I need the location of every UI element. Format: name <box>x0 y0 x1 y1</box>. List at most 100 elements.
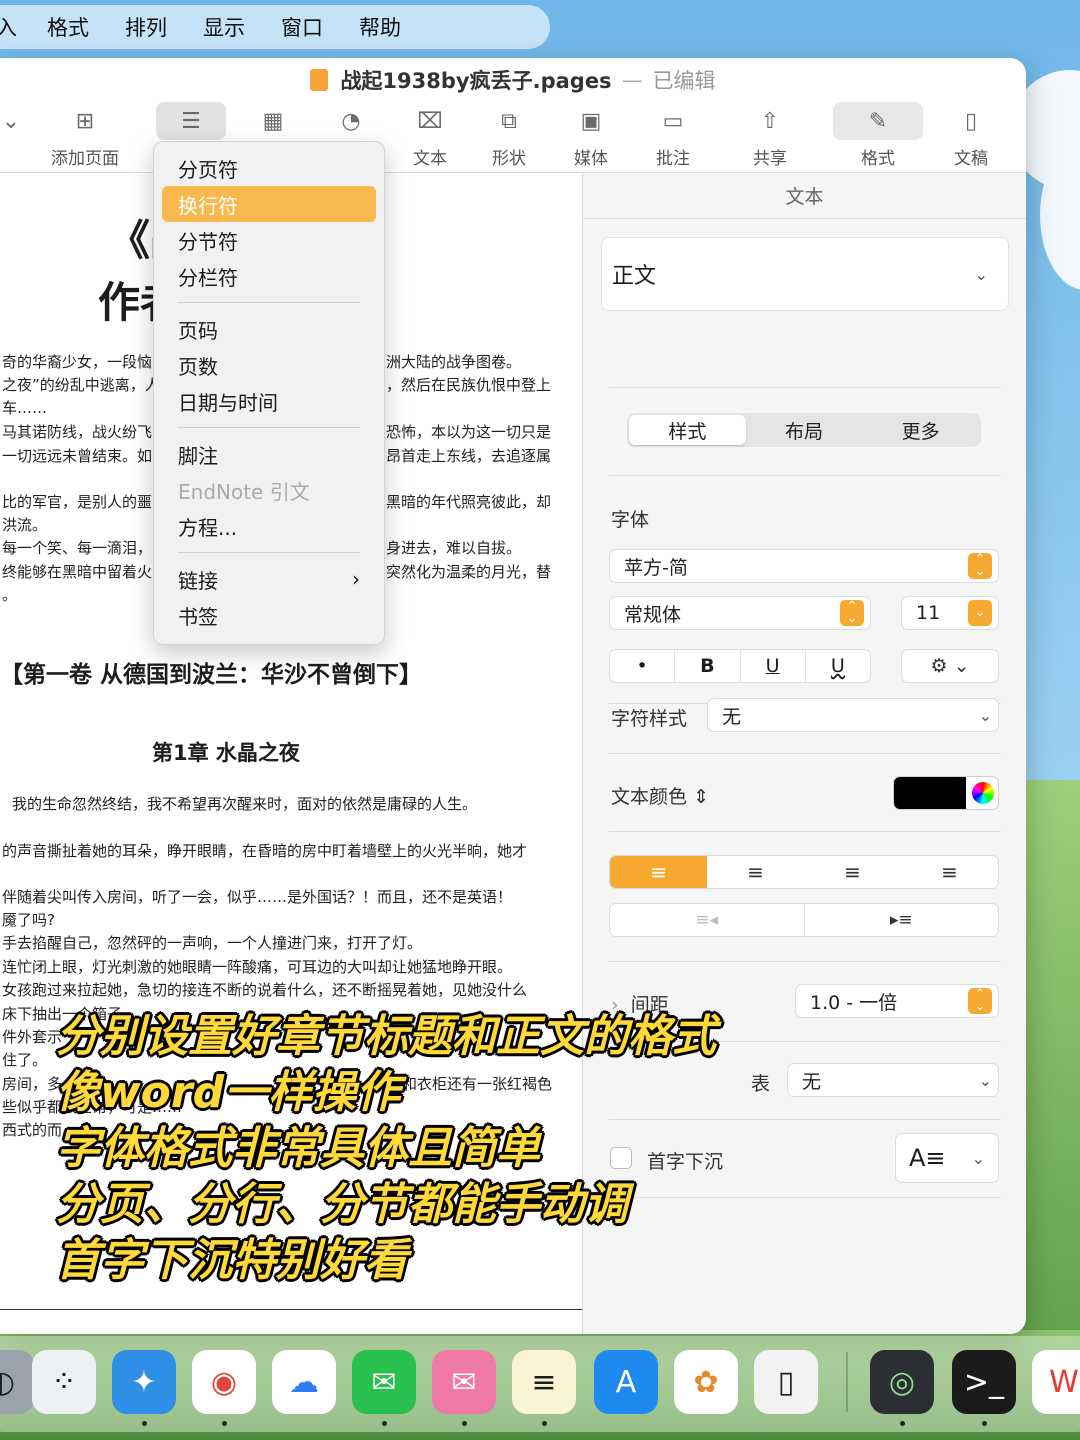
paragraph-style-popup[interactable]: 正文 ⌄ <box>601 237 1009 311</box>
divider <box>609 961 1001 962</box>
insert-icon: ☰ <box>156 102 226 140</box>
indent-buttons: ≡◂ ▸≡ <box>609 903 999 937</box>
menu-item-footnote[interactable]: 脚注 <box>162 436 376 472</box>
intro-line-right: 恐怖，本以为这一切只是 <box>386 423 552 441</box>
body-line: 西式的而 <box>2 1121 63 1139</box>
add-page-button[interactable]: ⊞ 添加页面 <box>50 102 120 172</box>
title-bar: 战起1938by疯丢子.pages — 已编辑 <box>0 58 1026 102</box>
intro-line: 奇的华裔少女，一段恼 <box>2 353 153 371</box>
underline-button[interactable]: U <box>741 650 806 682</box>
text-color-swatch[interactable] <box>894 777 966 809</box>
menu-item-page-count[interactable]: 页数 <box>162 347 376 383</box>
text-box-button[interactable]: ⌧ 文本 <box>395 102 465 172</box>
app-store-icon[interactable]: A <box>594 1350 658 1414</box>
iphone-mirroring-icon[interactable]: ▯ <box>754 1350 818 1414</box>
safari-icon[interactable]: ✦ <box>112 1350 176 1414</box>
menu-separator <box>178 552 360 553</box>
align-right-button[interactable]: ≡ <box>804 856 901 888</box>
terminal-icon[interactable]: >_ <box>952 1350 1016 1414</box>
menu-insert[interactable]: 入 <box>0 12 17 42</box>
font-weight-popup[interactable]: 常规体 ⌃ ⌄ <box>609 596 871 630</box>
menu-help[interactable]: 帮助 <box>359 12 401 42</box>
chapter-title: 第1章 水晶之夜 <box>152 741 300 765</box>
wechat-alt-icon[interactable]: ✉ <box>432 1350 496 1414</box>
stats-icon[interactable]: ◎ <box>870 1350 934 1414</box>
menu-item-line-break[interactable]: 换行符 <box>162 186 376 222</box>
menu-item-equation[interactable]: 方程... <box>162 508 376 544</box>
title-separator: — <box>621 68 643 92</box>
tab-more[interactable]: 更多 <box>862 415 979 445</box>
font-size-field[interactable]: 11 ⌄ <box>901 596 999 630</box>
chrome-icon[interactable]: ◉ <box>192 1350 256 1414</box>
menu-item-column-break[interactable]: 分栏符 <box>162 258 376 294</box>
notes-icon[interactable]: ≡ <box>512 1350 576 1414</box>
char-style-popup[interactable]: 无 ⌄ <box>707 698 999 732</box>
wps-icon[interactable]: W <box>1032 1350 1080 1414</box>
menu-item-page-break[interactable]: 分页符 <box>162 150 376 186</box>
intro-line-right: 身进去，难以自拔。 <box>386 539 522 557</box>
menu-window[interactable]: 窗口 <box>281 12 323 42</box>
menu-item-page-number[interactable]: 页码 <box>162 311 376 347</box>
menu-format[interactable]: 格式 <box>47 12 89 42</box>
divider <box>609 387 1001 388</box>
advanced-options-button[interactable]: ⚙ ⌄ <box>901 649 999 683</box>
intro-line: 车…… <box>2 399 48 417</box>
color-wheel-icon[interactable] <box>972 782 994 804</box>
intro-line: 。 <box>2 586 18 604</box>
list-style-value: 无 <box>802 1070 822 1093</box>
tab-layout[interactable]: 布局 <box>746 415 863 445</box>
dropcap-icon: A≡ <box>909 1144 946 1172</box>
align-left-button[interactable]: ≡ <box>610 856 707 888</box>
justify-button[interactable]: ≡ <box>901 856 998 888</box>
menu-item-link[interactable]: 链接 › <box>162 561 376 597</box>
text-box-icon: ⌧ <box>417 108 443 134</box>
strikethrough-button[interactable]: U <box>806 650 870 682</box>
intro-line-right: 昂首走上东线，去追逐属 <box>386 447 552 465</box>
shape-icon: ⧉ <box>501 108 517 134</box>
decrease-indent-button[interactable]: ≡◂ <box>610 904 805 936</box>
baidu-netdisk-icon[interactable]: ☁ <box>272 1350 336 1414</box>
increase-indent-button[interactable]: ▸≡ <box>805 904 999 936</box>
divider <box>609 1119 1001 1120</box>
align-center-button[interactable]: ≡ <box>707 856 804 888</box>
media-button[interactable]: ▣ 媒体 <box>556 102 626 172</box>
running-indicator <box>382 1421 387 1426</box>
dropcap-style-popup[interactable]: A≡ ⌄ <box>895 1133 999 1183</box>
bullet-button[interactable]: • <box>610 650 676 682</box>
tab-style[interactable]: 样式 <box>629 415 746 445</box>
list-label: 表 <box>751 1073 771 1095</box>
comment-button[interactable]: ▭ 批注 <box>638 102 708 172</box>
menu-item-section-break[interactable]: 分节符 <box>162 222 376 258</box>
format-button[interactable]: ✎ 格式 <box>833 102 923 172</box>
font-family-popup[interactable]: 苹方-简 ⌃ ⌄ <box>609 549 999 583</box>
launchpad-icon[interactable]: ⁘ <box>32 1350 96 1414</box>
finder-icon[interactable]: ◐ <box>0 1350 34 1414</box>
dropcap-checkbox[interactable] <box>610 1147 632 1169</box>
wechat-icon[interactable]: ✉ <box>352 1350 416 1414</box>
char-style-label: 字符样式 <box>611 708 688 730</box>
running-indicator <box>982 1421 987 1426</box>
list-style-popup[interactable]: 无 ⌄ <box>787 1063 999 1097</box>
text-color-well[interactable] <box>893 776 999 810</box>
share-button[interactable]: ⇧ 共享 <box>735 102 805 172</box>
menu-item-date-time[interactable]: 日期与时间 <box>162 383 376 419</box>
photos-icon[interactable]: ✿ <box>674 1350 738 1414</box>
bold-button[interactable]: B <box>675 650 741 682</box>
font-weight-value: 常规体 <box>624 603 682 626</box>
table-icon: ▦ <box>262 108 284 134</box>
menu-arrange[interactable]: 排列 <box>125 12 167 42</box>
gear-icon: ⚙ ⌄ <box>930 655 970 677</box>
divider <box>609 831 1001 832</box>
up-down-arrows-icon: ⌃ ⌄ <box>968 553 992 579</box>
menu-view[interactable]: 显示 <box>203 12 245 42</box>
spacing-popup[interactable]: 1.0 - 一倍 ⌃ ⌄ <box>795 984 999 1018</box>
dropcap-label: 首字下沉 <box>647 1151 724 1173</box>
shape-button[interactable]: ⧉ 形状 <box>474 102 544 172</box>
document-button[interactable]: ▯ 文稿 <box>936 102 1006 172</box>
paragraph-style-value: 正文 <box>612 264 657 289</box>
menu-item-bookmark[interactable]: 书签 <box>162 597 376 633</box>
view-menu-button[interactable]: ⌄ <box>0 102 46 172</box>
intro-line-right: 洲大陆的战争图卷。 <box>386 353 522 371</box>
intro-line-right: 黑暗的年代照亮彼此，却 <box>386 493 552 511</box>
text-color-label[interactable]: 文本颜色 ⇕ <box>611 782 709 809</box>
